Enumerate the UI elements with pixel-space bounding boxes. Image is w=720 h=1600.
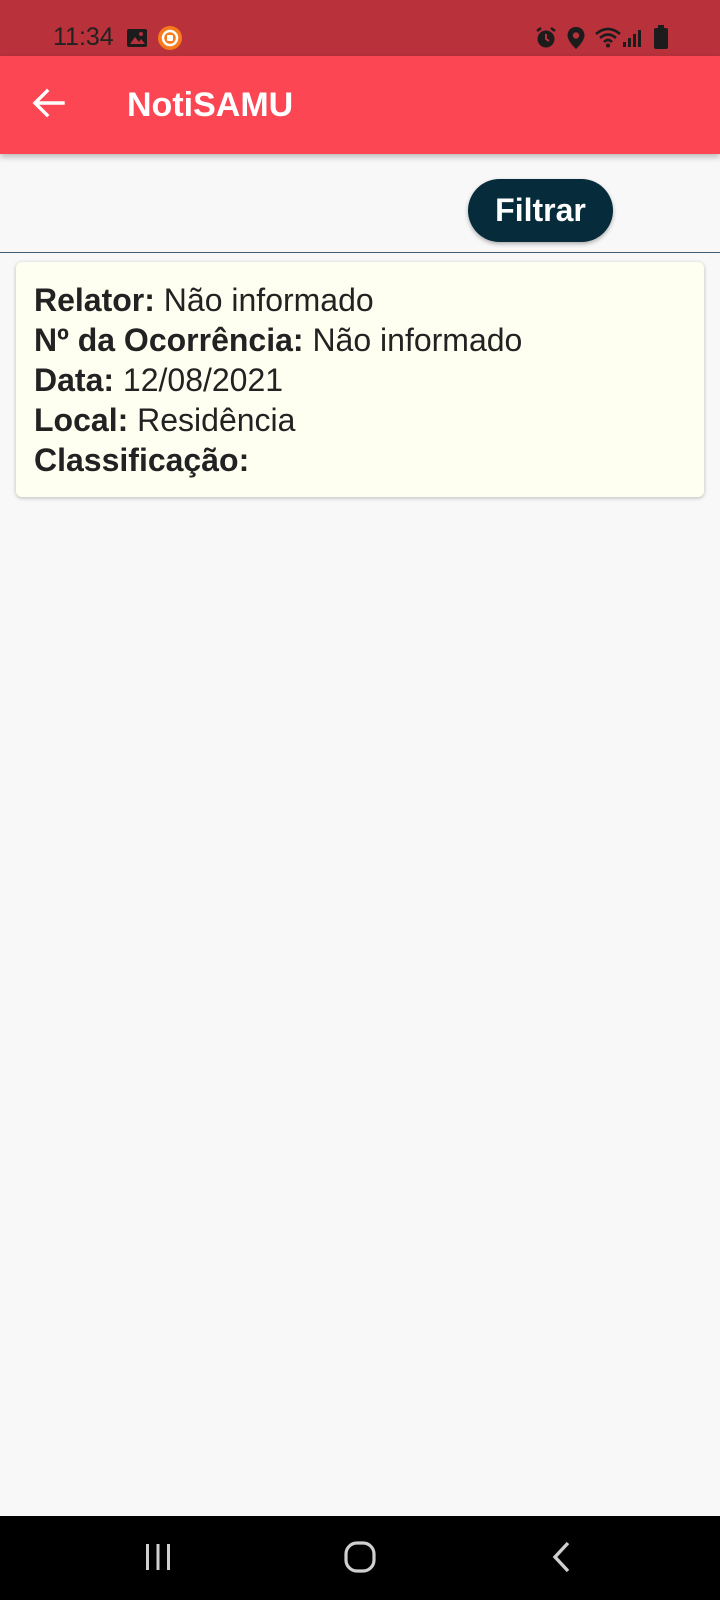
navigation-bar — [0, 1516, 720, 1600]
app-notification-icon — [157, 25, 183, 53]
relator-value: Não informado — [163, 282, 374, 318]
status-time: 11:34 — [53, 23, 114, 51]
location-row: Local: Residência — [34, 400, 704, 440]
status-bar: 11:34 — [0, 0, 720, 56]
relator-label: Relator: — [34, 282, 155, 318]
battery-icon — [654, 25, 668, 53]
signal-icon — [622, 28, 644, 56]
recent-apps-icon — [143, 1542, 173, 1577]
classification-row: Classificação: — [34, 440, 704, 480]
occurrence-number-value: Não informado — [312, 322, 523, 358]
page-title: NotiSAMU — [127, 86, 294, 124]
home-button[interactable] — [330, 1534, 390, 1584]
date-label: Data: — [34, 362, 115, 398]
system-back-button[interactable] — [532, 1534, 592, 1584]
gallery-icon — [126, 27, 148, 55]
occurrence-number-row: Nº da Ocorrência: Não informado — [34, 320, 704, 360]
location-icon — [566, 26, 586, 54]
relator-row: Relator: Não informado — [34, 280, 704, 320]
home-icon — [343, 1540, 377, 1579]
location-label: Local: — [34, 402, 129, 438]
divider — [0, 252, 720, 253]
wifi-icon — [594, 26, 622, 54]
location-value: Residência — [137, 402, 296, 438]
arrow-left-icon — [32, 88, 66, 123]
app-bar: NotiSAMU — [0, 56, 720, 154]
back-icon — [550, 1540, 574, 1579]
occurrence-card[interactable]: Relator: Não informado Nº da Ocorrência:… — [16, 262, 704, 497]
occurrence-number-label: Nº da Ocorrência: — [34, 322, 304, 358]
filter-button[interactable]: Filtrar — [468, 179, 613, 242]
date-row: Data: 12/08/2021 — [34, 360, 704, 400]
classification-label: Classificação: — [34, 442, 250, 478]
back-button[interactable] — [24, 80, 74, 130]
alarm-icon — [534, 26, 558, 54]
date-value: 12/08/2021 — [122, 362, 284, 398]
recent-apps-button[interactable] — [128, 1534, 188, 1584]
